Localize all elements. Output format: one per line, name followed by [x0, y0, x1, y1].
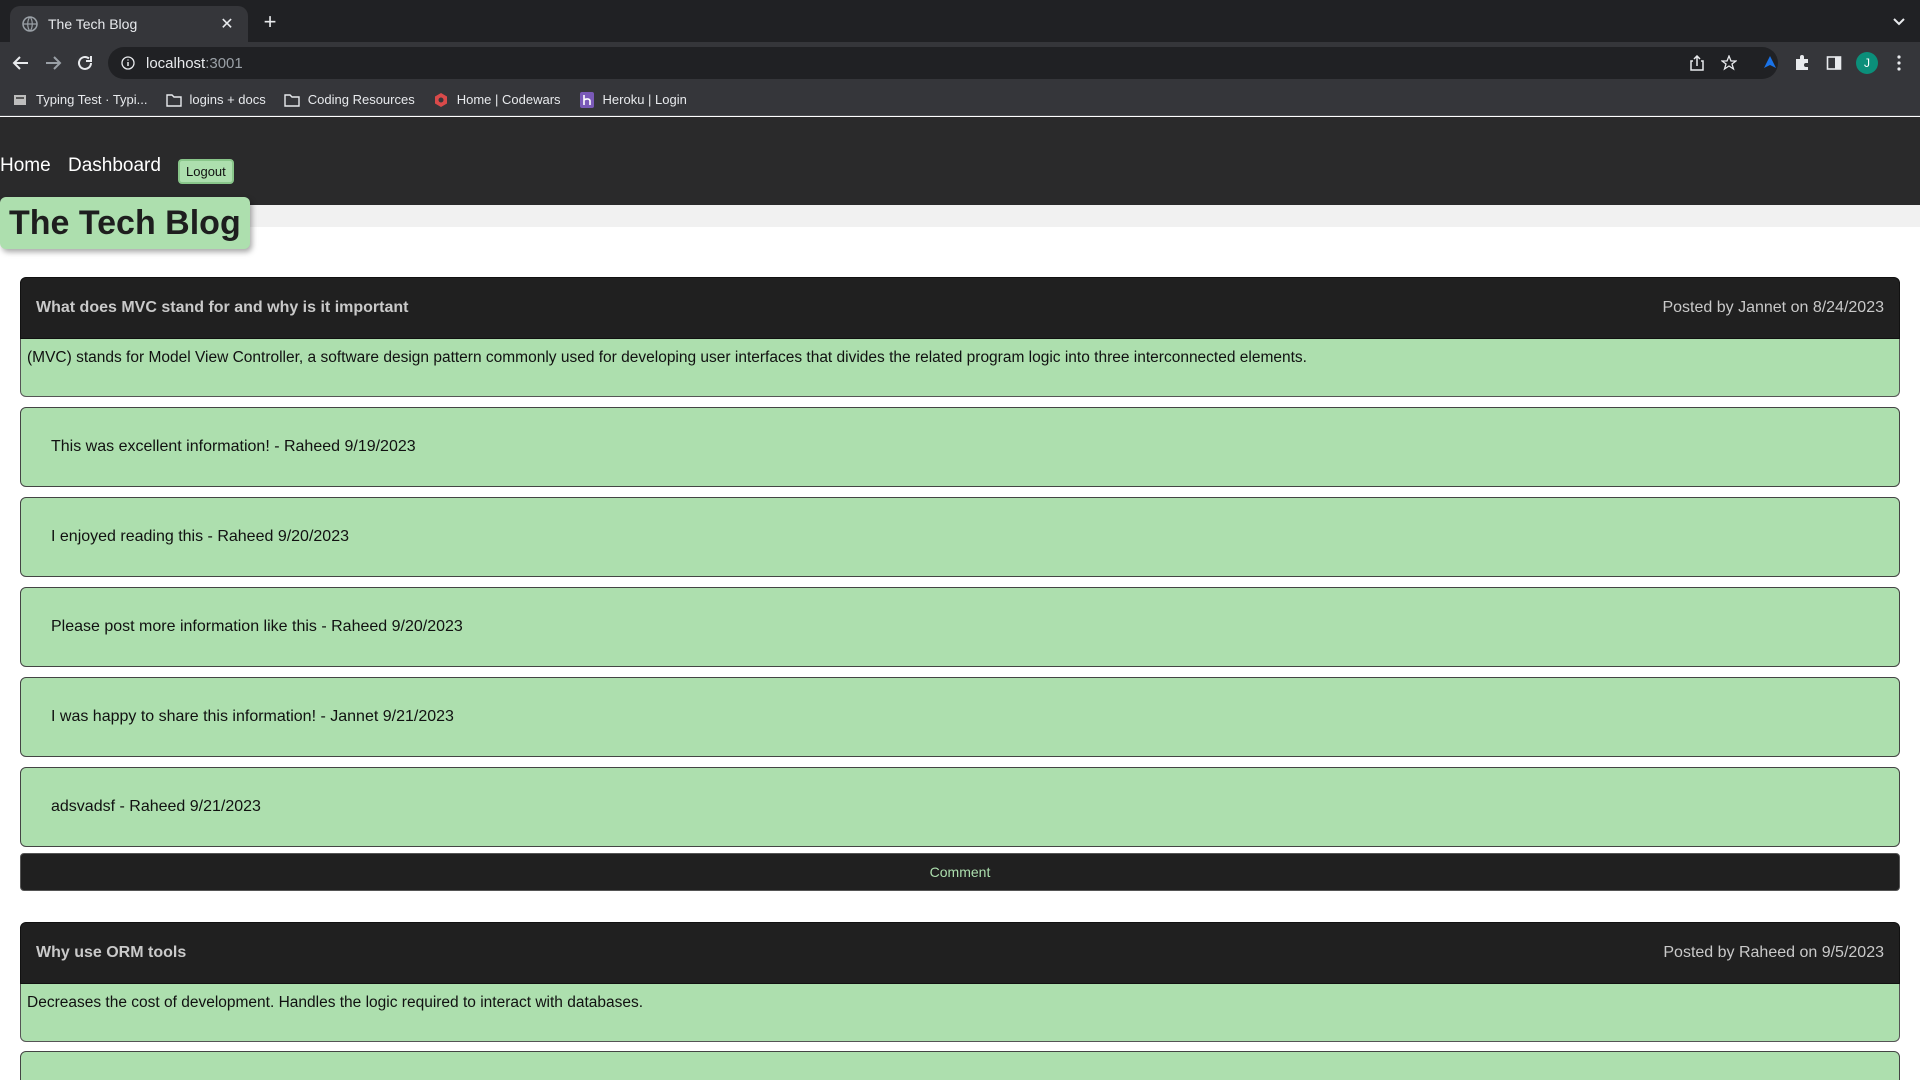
comment-item: I enjoyed reading this - Raheed 9/20/202…	[20, 497, 1900, 577]
bookmark-label: Coding Resources	[307, 92, 415, 107]
page-viewport: Home Dashboard Logout The Tech Blog What…	[0, 117, 1920, 1080]
close-tab-icon[interactable]: ✕	[218, 15, 236, 33]
url-port: :3001	[205, 54, 243, 72]
back-icon[interactable]	[8, 50, 34, 76]
share-icon[interactable]	[1688, 54, 1706, 72]
comment-item	[20, 1051, 1900, 1080]
post-card: What does MVC stand for and why is it im…	[20, 277, 1900, 397]
url-host: localhost	[146, 54, 206, 72]
profile-avatar[interactable]: J	[1856, 52, 1878, 74]
header-strip	[0, 205, 1920, 227]
more-vert-icon[interactable]	[1888, 52, 1910, 74]
bookmark-logins-docs[interactable]: logins + docs	[165, 92, 266, 108]
post-meta: Posted by Raheed on 9/5/2023	[1663, 944, 1884, 961]
bookmark-heroku[interactable]: Heroku | Login	[579, 91, 687, 108]
post-card: Why use ORM tools Posted by Raheed on 9/…	[20, 922, 1900, 1042]
chevron-down-icon[interactable]	[1890, 12, 1908, 30]
post-body: Decreases the cost of development. Handl…	[20, 984, 1900, 1042]
post-title: Why use ORM tools	[36, 944, 187, 961]
globe-icon	[22, 16, 38, 32]
site-title: The Tech Blog	[9, 203, 241, 242]
bookmark-label: logins + docs	[189, 92, 266, 107]
folder-icon	[165, 92, 182, 108]
post-title: What does MVC stand for and why is it im…	[36, 299, 409, 316]
tab-strip: The Tech Blog ✕ +	[0, 0, 1920, 42]
side-panel-icon[interactable]	[1823, 52, 1845, 74]
bookmark-codewars[interactable]: Home | Codewars	[433, 92, 561, 108]
bookmark-label: Home | Codewars	[456, 92, 561, 107]
reload-icon[interactable]	[72, 50, 98, 76]
tab-title: The Tech Blog	[48, 16, 138, 32]
nav-dashboard-link[interactable]: Dashboard	[68, 155, 161, 177]
keyboard-icon	[12, 92, 28, 108]
bookmarks-bar: Typing Test · Typi... logins + docs Codi…	[0, 84, 1920, 116]
extension-blue-icon[interactable]	[1759, 52, 1781, 74]
bookmark-typing-test[interactable]: Typing Test · Typi...	[12, 92, 148, 108]
comment-item: Please post more information like this -…	[20, 587, 1900, 667]
site-nav: Home Dashboard Logout	[0, 117, 1920, 205]
site-brand: The Tech Blog	[0, 197, 250, 249]
info-icon[interactable]	[120, 55, 136, 71]
bookmark-label: Typing Test · Typi...	[36, 92, 148, 107]
post-header[interactable]: Why use ORM tools Posted by Raheed on 9/…	[20, 922, 1900, 984]
forward-icon[interactable]	[40, 50, 66, 76]
bookmark-coding-resources[interactable]: Coding Resources	[284, 92, 415, 108]
comment-button[interactable]: Comment	[20, 853, 1900, 891]
comment-item: This was excellent information! - Raheed…	[20, 407, 1900, 487]
bookmark-label: Heroku | Login	[602, 92, 687, 107]
puzzle-icon[interactable]	[1791, 52, 1813, 74]
address-bar[interactable]: localhost:3001	[108, 47, 1778, 79]
browser-tab[interactable]: The Tech Blog ✕	[10, 6, 248, 42]
post-body: (MVC) stands for Model View Controller, …	[20, 339, 1900, 397]
new-tab-icon[interactable]: +	[258, 9, 282, 34]
post-header[interactable]: What does MVC stand for and why is it im…	[20, 277, 1900, 339]
codewars-icon	[433, 92, 449, 108]
comment-item: adsvadsf - Raheed 9/21/2023	[20, 767, 1900, 847]
browser-toolbar: localhost:3001 J	[0, 42, 1920, 84]
post-meta: Posted by Jannet on 8/24/2023	[1662, 299, 1884, 316]
star-icon[interactable]	[1720, 54, 1738, 72]
comment-item: I was happy to share this information! -…	[20, 677, 1900, 757]
folder-icon	[284, 92, 300, 108]
heroku-icon	[579, 91, 595, 108]
logout-button[interactable]: Logout	[178, 159, 234, 184]
nav-home-link[interactable]: Home	[0, 155, 51, 177]
